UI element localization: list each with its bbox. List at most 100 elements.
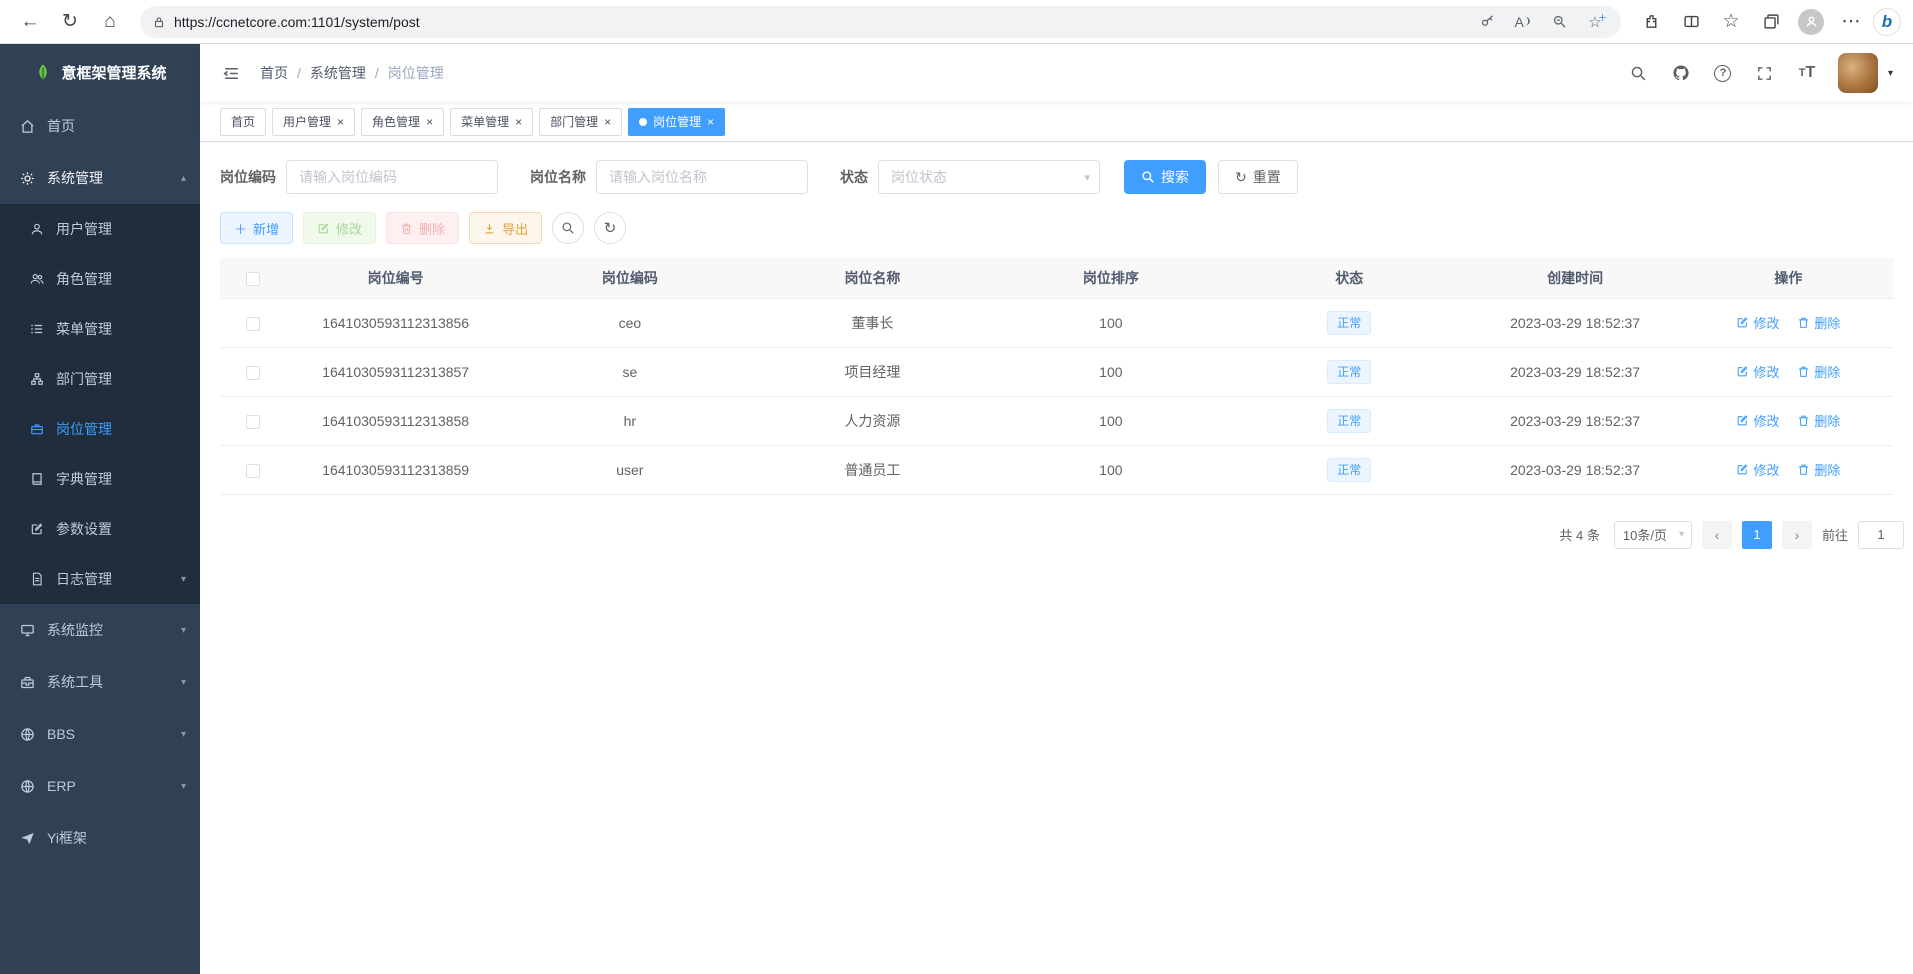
browser-profile-icon[interactable]: [1793, 5, 1829, 39]
password-key-icon[interactable]: [1473, 9, 1501, 35]
users-icon: [30, 272, 44, 286]
close-icon[interactable]: ×: [515, 116, 522, 128]
close-icon[interactable]: ×: [604, 116, 611, 128]
page-size-select[interactable]: 10条/页 ▾: [1614, 521, 1692, 549]
post-code-input[interactable]: [286, 160, 498, 194]
row-edit-link[interactable]: 修改: [1736, 411, 1779, 430]
table-row: 1641030593112313857 se 项目经理 100 正常 2023-…: [220, 347, 1893, 396]
row-checkbox[interactable]: [246, 464, 260, 478]
globe-icon: [20, 727, 35, 742]
row-edit-link[interactable]: 修改: [1736, 460, 1779, 479]
tab-home[interactable]: 首页: [220, 108, 266, 136]
tab-post-mgmt[interactable]: 岗位管理 ×: [628, 108, 725, 136]
cell-post-name: 普通员工: [755, 445, 989, 494]
breadcrumb-system[interactable]: 系统管理: [310, 63, 366, 83]
row-delete-link[interactable]: 删除: [1797, 362, 1840, 381]
collections-icon[interactable]: [1753, 5, 1789, 39]
next-page-button[interactable]: ›: [1782, 521, 1812, 549]
show-search-toggle-button[interactable]: [552, 212, 584, 244]
status-select[interactable]: 岗位状态 ▾: [878, 160, 1100, 194]
sidebar-item-log-mgmt[interactable]: 日志管理 ▾: [0, 554, 200, 604]
reset-button[interactable]: ↻ 重置: [1218, 160, 1298, 194]
add-button[interactable]: ＋ 新增: [220, 212, 293, 244]
address-bar[interactable]: https://ccnetcore.com:1101/system/post A…: [140, 6, 1621, 38]
tab-role-mgmt[interactable]: 角色管理 ×: [361, 108, 444, 136]
lock-icon: [152, 15, 166, 29]
sidebar-item-dict-mgmt[interactable]: 字典管理: [0, 454, 200, 504]
sidebar-item-post-mgmt[interactable]: 岗位管理: [0, 404, 200, 454]
sidebar-item-user-mgmt[interactable]: 用户管理: [0, 204, 200, 254]
refresh-icon[interactable]: ↻: [52, 5, 88, 39]
chevron-down-icon: ▾: [181, 625, 186, 636]
sidebar-item-dept-mgmt[interactable]: 部门管理: [0, 354, 200, 404]
edit-button[interactable]: 修改: [303, 212, 376, 244]
sidebar-item-label: 用户管理: [56, 219, 112, 239]
help-icon[interactable]: ?: [1712, 62, 1734, 84]
goto-label: 前往: [1822, 525, 1848, 544]
sidebar-item-yi-framework[interactable]: Yi框架: [0, 812, 200, 864]
delete-button[interactable]: 删除: [386, 212, 459, 244]
chevron-down-icon: ▾: [181, 729, 186, 740]
zoom-icon[interactable]: [1545, 9, 1573, 35]
export-button[interactable]: 导出: [469, 212, 542, 244]
split-screen-icon[interactable]: [1673, 5, 1709, 39]
favorite-star-icon[interactable]: ☆＋: [1581, 9, 1609, 35]
page-1-button[interactable]: 1: [1742, 521, 1772, 549]
sidebar-item-role-mgmt[interactable]: 角色管理: [0, 254, 200, 304]
row-delete-link[interactable]: 删除: [1797, 460, 1840, 479]
row-delete-link[interactable]: 删除: [1797, 313, 1840, 332]
prev-page-button[interactable]: ‹: [1702, 521, 1732, 549]
tab-dept-mgmt[interactable]: 部门管理 ×: [539, 108, 622, 136]
sidebar-item-label: BBS: [47, 726, 75, 742]
home-icon[interactable]: ⌂: [92, 5, 128, 39]
sidebar-item-label: ERP: [47, 778, 76, 794]
github-icon[interactable]: [1670, 62, 1692, 84]
read-aloud-icon[interactable]: A❩: [1509, 9, 1537, 35]
sidebar-item-bbs[interactable]: BBS ▾: [0, 708, 200, 760]
sidebar-item-label: 菜单管理: [56, 319, 112, 339]
col-created: 创建时间: [1466, 258, 1683, 298]
sidebar-item-tools[interactable]: 系统工具 ▾: [0, 656, 200, 708]
sidebar-item-home[interactable]: 首页: [0, 100, 200, 152]
post-name-input[interactable]: [596, 160, 808, 194]
sidebar-item-param-settings[interactable]: 参数设置: [0, 504, 200, 554]
tab-menu-mgmt[interactable]: 菜单管理 ×: [450, 108, 533, 136]
more-menu-icon[interactable]: ⋯: [1833, 5, 1869, 39]
cell-created: 2023-03-29 18:52:37: [1466, 445, 1683, 494]
row-checkbox[interactable]: [246, 317, 260, 331]
select-all-checkbox[interactable]: [246, 272, 260, 286]
user-avatar[interactable]: [1838, 53, 1878, 93]
bing-icon[interactable]: b: [1873, 8, 1901, 36]
tab-label: 用户管理: [283, 113, 331, 130]
font-size-icon[interactable]: TT: [1796, 62, 1818, 84]
search-button[interactable]: 搜索: [1124, 160, 1206, 194]
sidebar-item-system[interactable]: 系统管理 ▴: [0, 152, 200, 204]
leaf-logo-icon: [33, 62, 53, 82]
row-edit-link[interactable]: 修改: [1736, 313, 1779, 332]
header-search-icon[interactable]: [1628, 62, 1650, 84]
close-icon[interactable]: ×: [707, 116, 714, 128]
row-checkbox[interactable]: [246, 415, 260, 429]
goto-page-input[interactable]: [1858, 521, 1904, 549]
trash-icon: [1797, 365, 1810, 378]
tab-user-mgmt[interactable]: 用户管理 ×: [272, 108, 355, 136]
close-icon[interactable]: ×: [426, 116, 433, 128]
status-badge: 正常: [1327, 409, 1371, 433]
close-icon[interactable]: ×: [337, 116, 344, 128]
sidebar-item-monitor[interactable]: 系统监控 ▾: [0, 604, 200, 656]
pagination: 共 4 条 10条/页 ▾ ‹ 1 › 前往 页: [220, 495, 1913, 549]
sidebar-item-menu-mgmt[interactable]: 菜单管理: [0, 304, 200, 354]
refresh-table-button[interactable]: ↻: [594, 212, 626, 244]
fullscreen-icon[interactable]: [1754, 62, 1776, 84]
favorites-bar-icon[interactable]: ☆: [1713, 5, 1749, 39]
row-delete-link[interactable]: 删除: [1797, 411, 1840, 430]
back-icon[interactable]: ←: [12, 5, 48, 39]
avatar-caret-icon[interactable]: ▾: [1888, 68, 1893, 79]
row-edit-link[interactable]: 修改: [1736, 362, 1779, 381]
sidebar-item-erp[interactable]: ERP ▾: [0, 760, 200, 812]
row-checkbox[interactable]: [246, 366, 260, 380]
sidebar-item-label: 部门管理: [56, 369, 112, 389]
extensions-icon[interactable]: [1633, 5, 1669, 39]
breadcrumb-home[interactable]: 首页: [260, 63, 288, 83]
collapse-sidebar-icon[interactable]: [220, 62, 242, 84]
